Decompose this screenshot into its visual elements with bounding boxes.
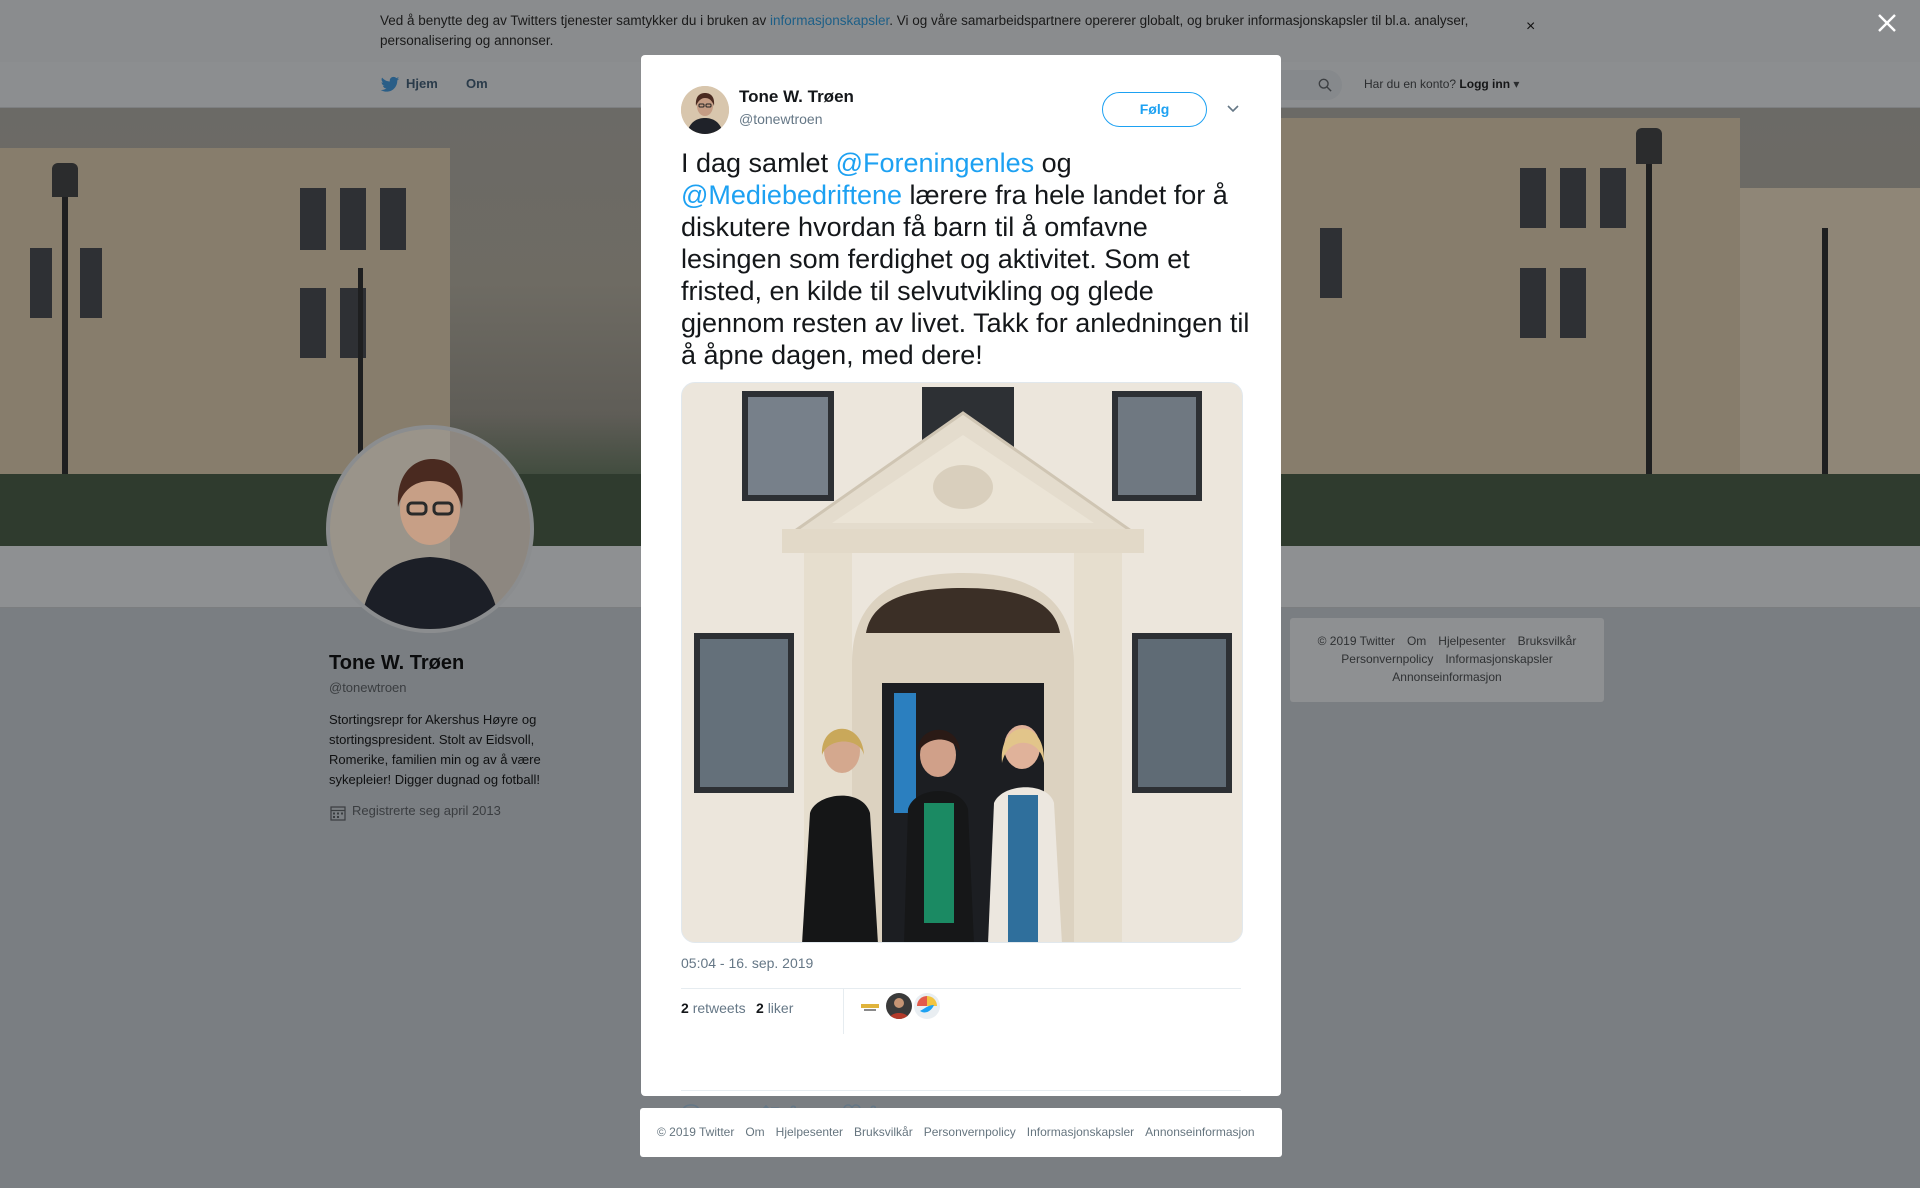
tweet-author-name[interactable]: Tone W. Trøen [739,87,854,107]
footer-ads-link[interactable]: Annonseinformasjon [1145,1125,1254,1139]
divider [681,988,1241,989]
close-icon[interactable] [1876,12,1898,34]
side-footer-copyright: © 2019 Twitter [1317,634,1395,648]
account-prompt: Har du en konto? Logg inn ▾ [1364,77,1520,91]
mention-link-mediebedriftene[interactable]: @Mediebedriftene [681,180,902,210]
cookie-banner-text: Ved å benytte deg av Twitters tjenester … [380,13,1469,48]
liker-avatar[interactable] [914,993,940,1019]
retweets-stat[interactable]: 2 retweets [681,1000,746,1016]
side-footer-ads-link[interactable]: Annonseinformasjon [1392,670,1501,684]
side-footer-about-link[interactable]: Om [1407,634,1426,648]
tweet-text: I dag samlet @Foreningenles og @Mediebed… [681,148,1250,370]
nav-about-link[interactable]: Om [466,76,488,91]
modal-footer: © 2019 Twitter Om Hjelpesenter Bruksvilkår P… [640,1108,1282,1157]
profile-avatar[interactable] [326,425,534,633]
footer-privacy-link[interactable]: Personvernpolicy [924,1125,1016,1139]
cookie-banner-close-button[interactable]: × [1526,18,1535,36]
follow-button[interactable]: Følg [1102,92,1207,127]
cookie-banner: Ved å benytte deg av Twitters tjenester … [0,0,1920,62]
tweet-modal: Tone W. Trøen @tonewtroen Følg I dag sam… [641,55,1281,1122]
mention-link-foreningenles[interactable]: @Foreningenles [836,148,1035,178]
caret-down-icon: ▾ [1510,77,1520,91]
tweet-photo[interactable] [681,382,1243,943]
profile-bio: Stortingsrepr for Akershus Høyre og stor… [329,712,541,787]
profile-handle[interactable]: @tonewtroen [329,680,407,695]
divider [681,1090,1241,1091]
profile-join-date: Registrerte seg april 2013 [352,803,501,818]
cookie-policy-link[interactable]: informasjonskapsler [770,13,889,28]
liker-avatar[interactable] [886,993,912,1019]
login-dropdown[interactable]: Logg inn [1459,77,1510,91]
side-footer-privacy-link[interactable]: Personvernpolicy [1341,652,1433,666]
footer-copyright: © 2019 Twitter [657,1125,735,1139]
footer-about-link[interactable]: Om [745,1125,764,1139]
footer-terms-link[interactable]: Bruksvilkår [854,1125,913,1139]
liker-avatar[interactable] [857,993,883,1019]
sidebar-footer: © 2019 Twitter Om Hjelpesenter Bruksvilkår … [1290,618,1604,702]
tweet-author-handle[interactable]: @tonewtroen [739,111,822,127]
chevron-down-icon[interactable] [1225,100,1241,116]
nav-home-link[interactable]: Hjem [406,76,438,91]
footer-help-link[interactable]: Hjelpesenter [776,1125,843,1139]
tweet-author-avatar[interactable] [681,86,729,134]
stats-divider [843,989,844,1034]
likes-stat[interactable]: 2 liker [756,1000,793,1016]
profile-name: Tone W. Trøen [329,652,465,674]
footer-cookies-link[interactable]: Informasjonskapsler [1027,1125,1134,1139]
search-icon [1318,78,1332,92]
twitter-bird-icon[interactable] [380,76,400,94]
tweet-timestamp[interactable]: 05:04 - 16. sep. 2019 [681,955,813,971]
side-footer-terms-link[interactable]: Bruksvilkår [1518,634,1577,648]
side-footer-help-link[interactable]: Hjelpesenter [1438,634,1505,648]
side-footer-cookies-link[interactable]: Informasjonskapsler [1445,652,1552,666]
calendar-icon [330,806,346,821]
